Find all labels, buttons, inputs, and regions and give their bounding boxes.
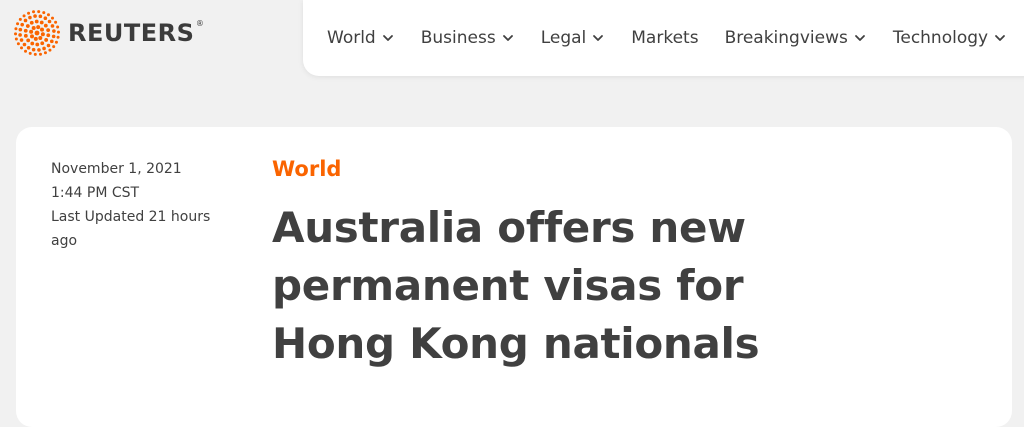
publish-date: November 1, 2021 bbox=[51, 161, 182, 177]
article-card: November 1, 2021 1:44 PM CST Last Update… bbox=[16, 127, 1012, 427]
nav-item-label: Breakingviews bbox=[724, 28, 848, 48]
last-updated-text: Last Updated 21 hours bbox=[51, 209, 211, 225]
article-headline: Australia offers new permanent visas for… bbox=[272, 203, 760, 368]
nav-item-markets[interactable]: Markets bbox=[631, 28, 698, 48]
nav-item-technology[interactable]: Technology bbox=[893, 28, 1007, 48]
last-updated: Last Updated 21 hours ago bbox=[51, 205, 231, 253]
nav-item-world[interactable]: World bbox=[327, 28, 395, 48]
last-updated-text-cont: ago bbox=[51, 233, 78, 249]
nav-item-breakingviews[interactable]: Breakingviews bbox=[725, 28, 867, 48]
chevron-down-icon bbox=[382, 35, 393, 41]
nav-item-label: Business bbox=[420, 28, 496, 48]
nav-item-label: World bbox=[327, 28, 376, 48]
nav-item-label: Legal bbox=[540, 28, 587, 48]
reuters-logo[interactable]: REUTERS ® bbox=[14, 10, 205, 56]
article-meta: November 1, 2021 1:44 PM CST Last Update… bbox=[51, 157, 231, 253]
nav-item-label: Markets bbox=[631, 28, 699, 48]
nav-item-label: Technology bbox=[892, 28, 989, 48]
main-navigation: World Business Legal Markets Breakingvie… bbox=[303, 0, 1024, 76]
registered-mark: ® bbox=[195, 19, 205, 28]
brand-name: REUTERS ® bbox=[68, 19, 205, 47]
nav-item-legal[interactable]: Legal bbox=[541, 28, 606, 48]
chevron-down-icon bbox=[593, 35, 604, 41]
section-link[interactable]: World bbox=[272, 157, 341, 181]
reuters-logo-icon bbox=[14, 10, 60, 56]
chevron-down-icon bbox=[854, 35, 865, 41]
chevron-down-icon bbox=[502, 35, 513, 41]
nav-item-business[interactable]: Business bbox=[421, 28, 515, 48]
chevron-down-icon bbox=[995, 35, 1005, 41]
publish-time: 1:44 PM CST bbox=[51, 185, 140, 201]
